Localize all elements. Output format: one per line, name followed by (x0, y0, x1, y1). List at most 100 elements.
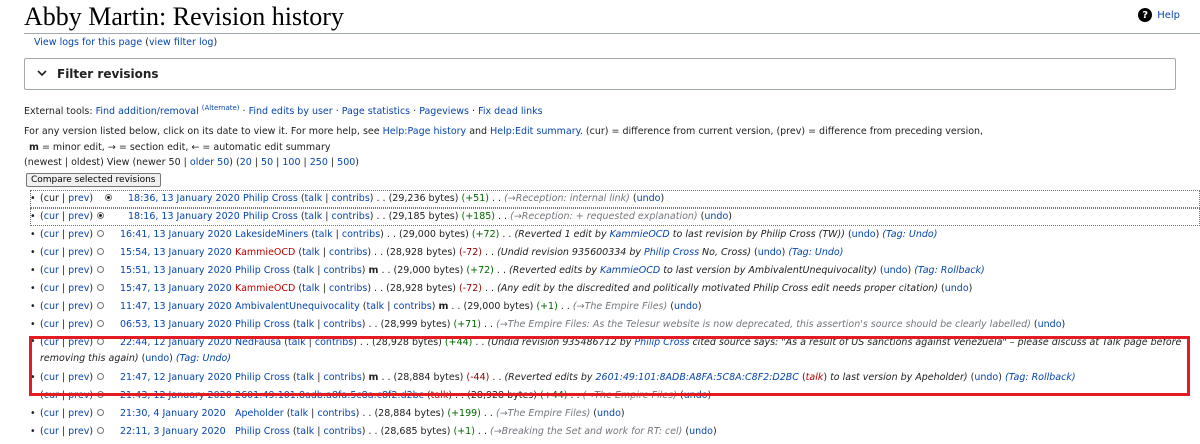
view-logs-link[interactable]: View logs for this page (34, 37, 142, 48)
user-link[interactable]: AmbivalentUnequivocality (235, 301, 360, 312)
prev-link[interactable]: prev (68, 337, 89, 348)
revision-date-link[interactable]: 18:16, 13 January 2020 (128, 208, 240, 226)
help-edit-summary-link[interactable]: Help:Edit summary (490, 126, 580, 137)
talk-link[interactable]: talk (297, 372, 315, 383)
user-link[interactable]: Philip Cross (235, 372, 290, 383)
cur-link[interactable]: cur (44, 372, 59, 383)
undo-link[interactable]: undo (597, 408, 621, 419)
contribs-link[interactable]: contribs (323, 319, 361, 330)
tool-find-addition[interactable]: Find addition/removal (96, 106, 199, 117)
prev-link[interactable]: prev (68, 319, 89, 330)
old-radio[interactable] (97, 338, 104, 345)
prev-link[interactable]: prev (68, 211, 89, 222)
revision-date-link[interactable]: 15:47, 13 January 2020 (120, 280, 232, 298)
prev-link[interactable]: prev (68, 426, 89, 437)
contribs-link[interactable]: contribs (323, 372, 361, 383)
cur-link[interactable]: cur (44, 265, 59, 276)
compare-revisions-button[interactable]: Compare selected revisions (26, 173, 161, 187)
prev-link[interactable]: prev (68, 193, 89, 204)
undo-link[interactable]: undo (758, 247, 782, 258)
talk-link[interactable]: talk (302, 283, 320, 294)
contribs-link[interactable]: contribs (342, 229, 380, 240)
cur-link[interactable]: cur (44, 390, 59, 401)
nav-limit-500[interactable]: 500 (337, 157, 355, 168)
nav-older-50[interactable]: older 50 (190, 157, 229, 168)
cur-link[interactable]: cur (44, 319, 59, 330)
undo-link[interactable]: undo (689, 426, 713, 437)
revision-date-link[interactable]: 18:36, 13 January 2020 (128, 190, 240, 208)
talk-link[interactable]: talk (431, 390, 449, 401)
prev-link[interactable]: prev (68, 408, 89, 419)
user-link[interactable]: 2601:49:101:8adb:a8fa:5c8a:c8f2:d2bc (235, 390, 424, 401)
tag-undo[interactable]: (Tag: Undo) (176, 353, 231, 364)
revision-date-link[interactable]: 11:47, 13 January 2020 (120, 298, 232, 316)
old-radio[interactable] (97, 320, 104, 327)
user-link[interactable]: KammieOCD (235, 247, 295, 258)
summary-ip-link[interactable]: 2601:49:101:8ADB:A8FA:5C8A:C8F2:D2BC (596, 372, 799, 383)
filter-log-link[interactable]: view filter log (149, 37, 214, 48)
revision-date-link[interactable]: 21:47, 12 January 2020 (120, 369, 232, 387)
user-link[interactable]: LakesideMiners (235, 229, 308, 240)
undo-link[interactable]: undo (1038, 319, 1062, 330)
talk-link[interactable]: talk (302, 247, 320, 258)
undo-link[interactable]: undo (884, 265, 908, 276)
old-radio[interactable] (97, 373, 104, 380)
nav-limit-100[interactable]: 100 (282, 157, 300, 168)
contribs-link[interactable]: contribs (317, 408, 355, 419)
prev-link[interactable]: prev (68, 247, 89, 258)
old-radio[interactable] (97, 302, 104, 309)
tool-page-statistics[interactable]: Page statistics (342, 106, 410, 117)
old-radio[interactable] (97, 212, 104, 219)
user-link[interactable]: NedFausa (235, 337, 281, 348)
tag-rollback[interactable]: (Tag: Rollback) (914, 265, 985, 276)
undo-link[interactable]: undo (637, 193, 661, 204)
tag-rollback[interactable]: (Tag: Rollback) (1005, 372, 1076, 383)
cur-link[interactable]: cur (44, 426, 59, 437)
talk-link[interactable]: talk (305, 193, 323, 204)
contribs-link[interactable]: contribs (393, 301, 431, 312)
revision-date-link[interactable]: 16:41, 13 January 2020 (120, 226, 232, 244)
old-radio[interactable] (97, 230, 104, 237)
contribs-link[interactable]: contribs (315, 337, 353, 348)
help-link[interactable]: ? Help (1138, 8, 1180, 22)
talk-link[interactable]: talk (290, 408, 308, 419)
revision-date-link[interactable]: 21:30, 4 January 2020 (120, 405, 232, 423)
user-link[interactable]: Philip Cross (243, 193, 298, 204)
revision-date-link[interactable]: 06:53, 13 January 2020 (120, 316, 232, 334)
contribs-link[interactable]: contribs (323, 265, 361, 276)
user-link[interactable]: Philip Cross (235, 319, 290, 330)
undo-link[interactable]: undo (145, 353, 169, 364)
prev-link[interactable]: prev (68, 265, 89, 276)
tool-fix-dead-links[interactable]: Fix dead links (478, 106, 543, 117)
talk-link[interactable]: talk (305, 211, 323, 222)
summary-user-link[interactable]: KammieOCD (610, 229, 670, 240)
summary-talk-link[interactable]: talk (806, 372, 824, 383)
undo-link[interactable]: undo (852, 229, 876, 240)
help-page-history-link[interactable]: Help:Page history (383, 126, 467, 137)
undo-link[interactable]: undo (684, 390, 708, 401)
user-link[interactable]: Philip Cross (235, 265, 290, 276)
revision-date-link[interactable]: 15:54, 13 January 2020 (120, 244, 232, 262)
talk-link[interactable]: talk (297, 426, 315, 437)
prev-link[interactable]: prev (68, 283, 89, 294)
help-label[interactable]: Help (1157, 10, 1180, 21)
revision-date-link[interactable]: 22:44, 12 January 2020 (120, 335, 232, 351)
summary-user-link[interactable]: Philip Cross (644, 247, 699, 258)
user-link[interactable]: Philip Cross (243, 211, 298, 222)
filter-revisions-toggle[interactable]: Filter revisions (24, 58, 1176, 90)
cur-link[interactable]: cur (44, 337, 59, 348)
talk-link[interactable]: talk (366, 301, 384, 312)
undo-link[interactable]: undo (945, 283, 969, 294)
contribs-link[interactable]: contribs (329, 247, 367, 258)
user-link[interactable]: Apeholder (235, 408, 284, 419)
tool-alternate[interactable]: (Alternate) (202, 104, 240, 112)
user-link[interactable]: KammieOCD (235, 283, 295, 294)
talk-link[interactable]: talk (288, 337, 306, 348)
summary-user-link[interactable]: KammieOCD (600, 265, 660, 276)
old-radio[interactable] (97, 248, 104, 255)
tag-undo[interactable]: (Tag: Undo) (788, 247, 843, 258)
contribs-link[interactable]: contribs (331, 211, 369, 222)
cur-link[interactable]: cur (44, 408, 59, 419)
revision-date-link[interactable]: 21:43, 12 January 2020 (120, 387, 232, 405)
user-link[interactable]: Philip Cross (235, 426, 290, 437)
